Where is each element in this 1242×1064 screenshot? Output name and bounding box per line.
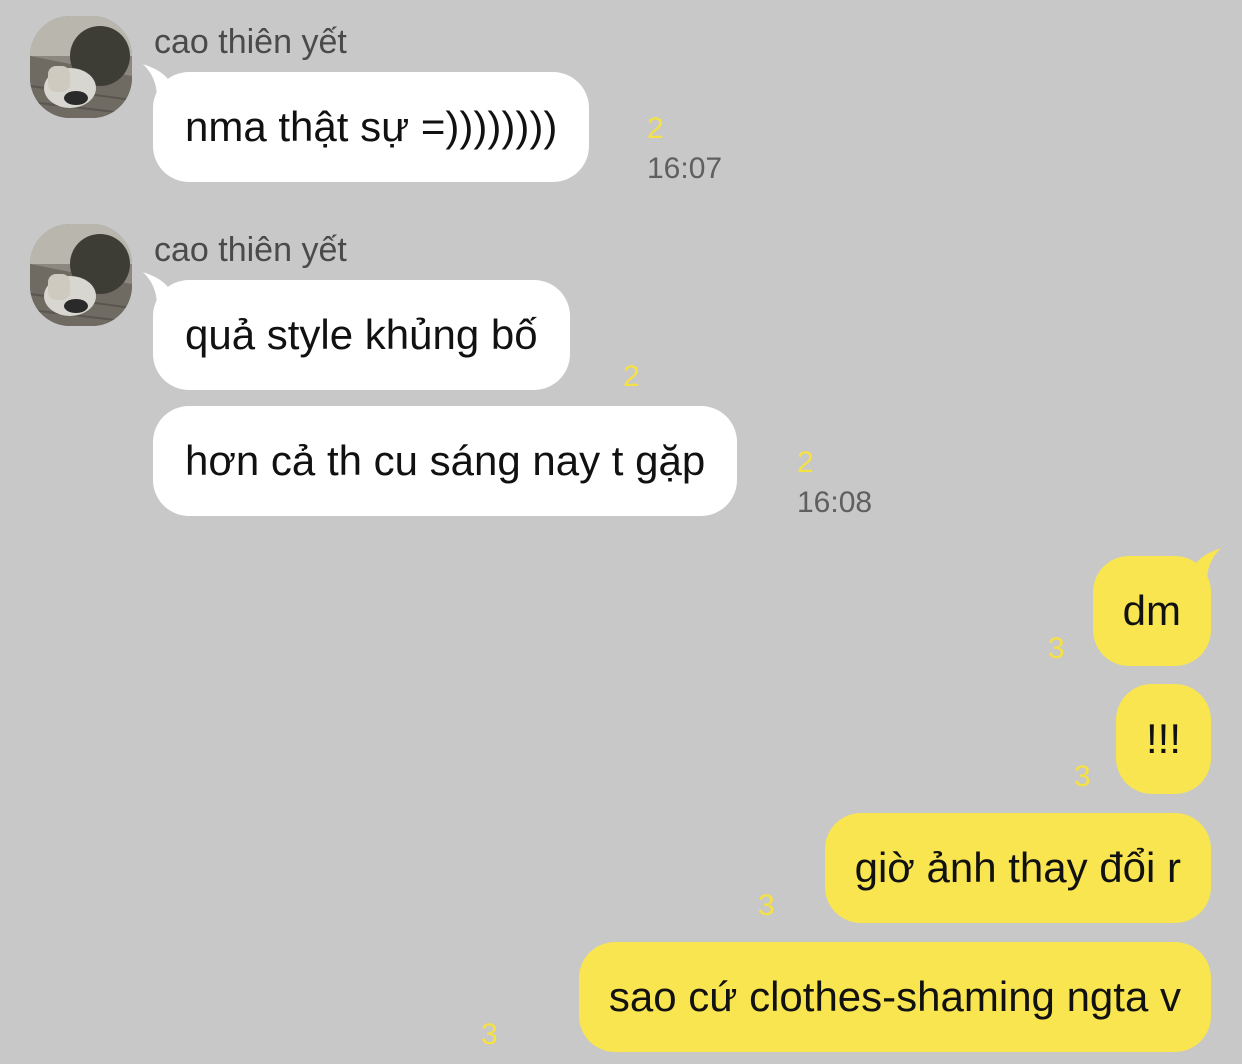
message-text: giờ ảnh thay đổi r [854, 844, 1181, 891]
bubble-tail-icon [143, 64, 171, 98]
unread-count: 3 [758, 889, 775, 922]
unread-count: 3 [1074, 760, 1091, 793]
message-timestamp: 16:07 [647, 152, 723, 185]
bubble-tail-icon [143, 272, 171, 306]
outgoing-message-bubble[interactable]: sao cứ clothes-shaming ngta v [578, 942, 1211, 1052]
message-timestamp: 16:08 [797, 486, 873, 519]
incoming-message-bubble[interactable]: nma thật sự =)))))))) [143, 64, 590, 182]
incoming-message-bubble[interactable]: quả style khủng bố [143, 272, 570, 390]
message-text: hơn cả th cu sáng nay t gặp [185, 437, 706, 484]
message-text: dm [1122, 587, 1181, 634]
unread-count: 3 [1048, 632, 1065, 665]
unread-count: 2 [647, 112, 664, 145]
outgoing-message-bubble[interactable]: !!! [1115, 684, 1211, 794]
message-text: quả style khủng bố [185, 311, 538, 358]
sender-name: cao thiên yết [154, 23, 347, 61]
message-text: sao cứ clothes-shaming ngta v [608, 973, 1181, 1020]
contact-avatar[interactable] [30, 224, 132, 326]
profile-photo-avatar-icon [30, 16, 132, 118]
message-text: !!! [1145, 715, 1181, 762]
contact-avatar[interactable] [30, 16, 132, 118]
message-text: nma thật sự =)))))))) [185, 103, 558, 150]
unread-count: 2 [623, 360, 640, 393]
sender-name: cao thiên yết [154, 231, 347, 269]
bubble-tail-icon [1193, 548, 1221, 582]
unread-count: 2 [797, 446, 814, 479]
unread-count: 3 [481, 1018, 498, 1051]
profile-photo-avatar-icon [30, 224, 132, 326]
outgoing-message-bubble[interactable]: dm [1092, 548, 1221, 666]
outgoing-message-bubble[interactable]: giờ ảnh thay đổi r [824, 813, 1211, 923]
incoming-message-bubble[interactable]: hơn cả th cu sáng nay t gặp [153, 406, 738, 516]
chat-thread: cao thiên yết nma thật sự =)))))))) 2 16… [0, 0, 1242, 1064]
